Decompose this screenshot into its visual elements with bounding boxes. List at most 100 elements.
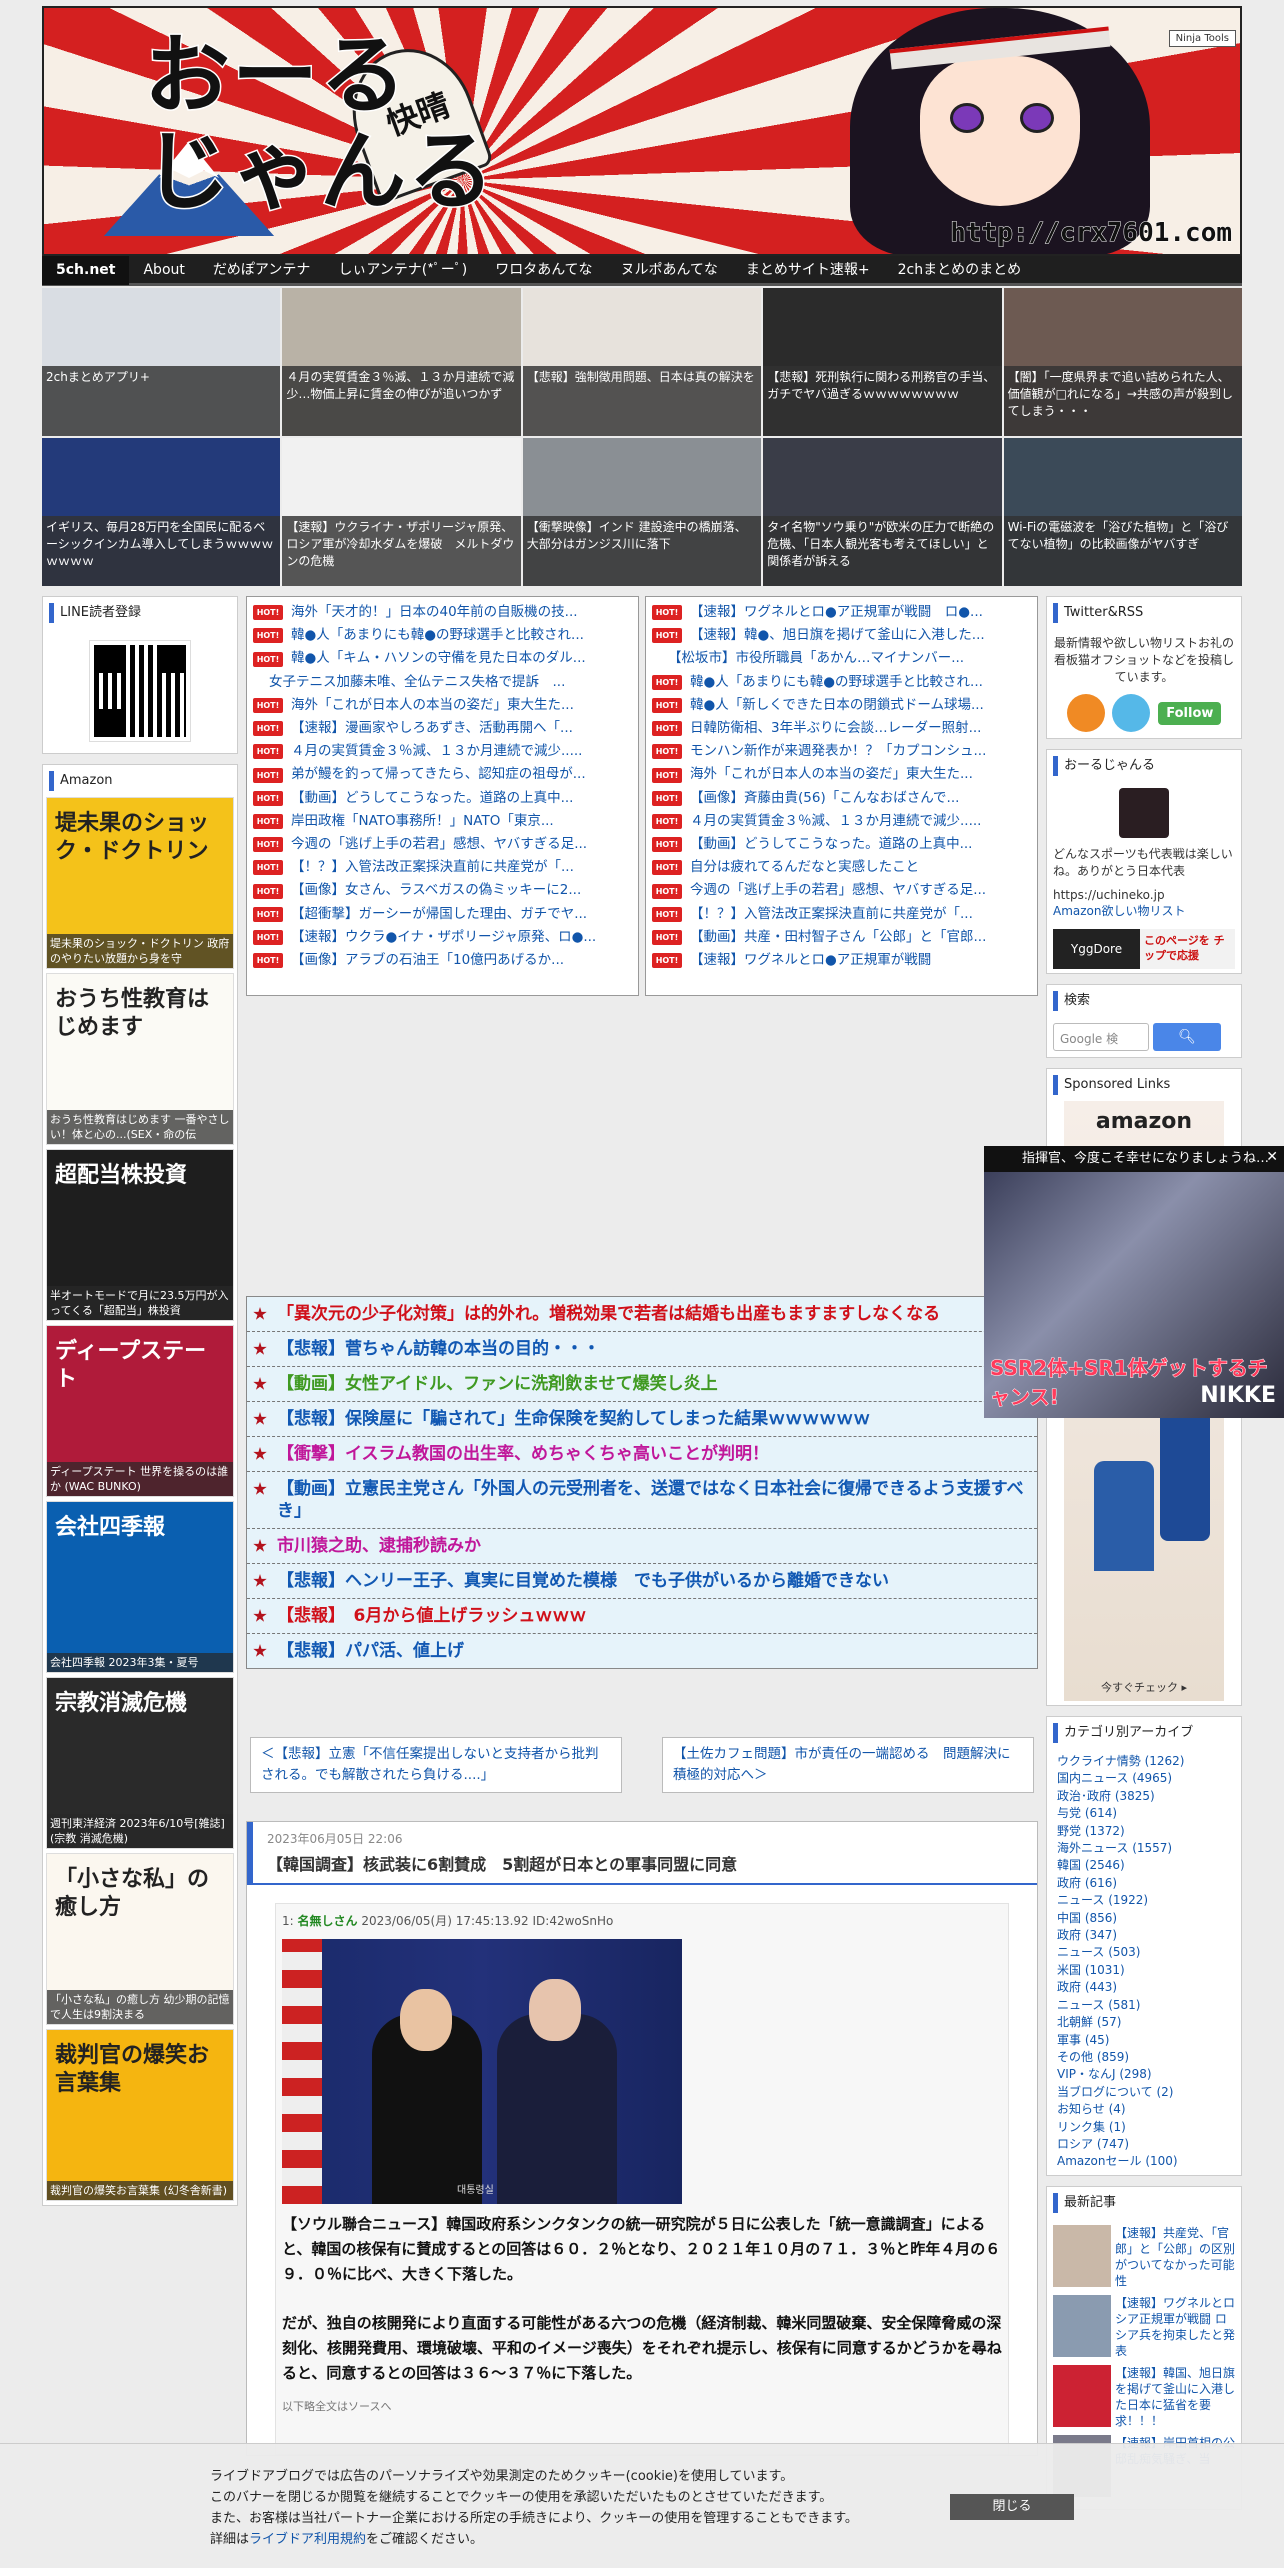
rss-item[interactable]: HOT! 韓●人「新しくできた日本の閉鎖式ドーム球場... — [652, 694, 1031, 717]
rss-item-title[interactable]: 韓●人「キム・ハソンの守備を見た日本のダル... — [291, 647, 586, 670]
category-link[interactable]: Amazonセール (100) — [1047, 2153, 1241, 2170]
headline-text[interactable]: 【悲報】ヘンリー王子、真実に目覚めた模様 でも子供がいるから離婚できない — [277, 1570, 889, 1592]
rss-item[interactable]: HOT! 今週の「逃げ上手の若君」感想、ヤバすぎる足... — [652, 879, 1031, 902]
thumbnail-card[interactable]: 【悲報】強制徴用問題、日本は真の解決を — [522, 288, 762, 436]
amazon-book[interactable]: 堤未果のショック・ドクトリン 堤未果のショック・ドクトリン 政府のやりたい放題から… — [46, 797, 234, 969]
nav-item[interactable]: まとめサイト速報+ — [732, 255, 884, 285]
rss-item[interactable]: HOT! 【速報】ウクラ●イナ・ザポリージャ原発、ロ●... — [253, 926, 632, 949]
rss-item-title[interactable]: 【動画】どうしてこうなった。道路の上真中... — [291, 787, 573, 810]
yggdore-banner[interactable]: YggDore このページを チップで応援 — [1053, 929, 1235, 969]
article-title[interactable]: 【韓国調査】核武装に6割賛成 5割超が日本との軍事同盟に同意 — [267, 1851, 1023, 1875]
amazon-book[interactable]: 超配当株投資 半オートモードで月に23.5万円が入ってくる「超配当」株投資 — [46, 1149, 234, 1321]
thumbnail-card[interactable]: ４月の実質賃金３％減、１３か月連続で減少…物価上昇に賃金の伸びが追いつかず — [282, 288, 521, 436]
headline-text[interactable]: 【動画】立憲民主党さん「外国人の元受刑者を、送還ではなく日本社会に復帰できるよう… — [277, 1478, 1031, 1522]
headline-item[interactable]: 市川猿之助、逮捕秒読みか — [247, 1529, 1037, 1564]
headline-text[interactable]: 【動画】女性アイドル、ファンに洗剤飲ませて爆笑し炎上 — [277, 1373, 718, 1395]
rss-item-title[interactable]: 海外「天才的！」日本の40年前の自販機の技... — [291, 601, 578, 624]
rss-item[interactable]: HOT! 弟が鰻を釣って帰ってきたら、認知症の祖母が... — [253, 763, 632, 786]
rss-item[interactable]: HOT! 【速報】ワグネルとロ●ア正規軍が戦闘 — [652, 949, 1031, 972]
site-header[interactable]: 快晴 おーる じゃんる Ninja Tools http://crx7601.co… — [42, 6, 1242, 256]
nav-item[interactable]: しぃアンテナ(*ﾟーﾟ) — [324, 255, 481, 285]
article-photo[interactable]: 대통령실 — [282, 1939, 682, 2204]
headline-text[interactable]: 【悲報】保険屋に「騙されて」生命保険を契約してしまった結果ｗｗｗｗｗｗ — [277, 1408, 870, 1430]
rss-item[interactable]: HOT! 【！？】入管法改正案採決直前に共産党が「... — [652, 903, 1031, 926]
rss-item-title[interactable]: 女子テニス加藤未唯、全仏テニス失格で提訴 ... — [253, 671, 565, 694]
headline-item[interactable]: 「異次元の少子化対策」は的外れ。増税効果で若者は結婚も出産もますますしなくなる — [247, 1297, 1037, 1332]
category-link[interactable]: VIP・なんJ (298) — [1047, 2066, 1241, 2083]
thumbnail-card[interactable]: 【闇】「一度県界まで追い詰められた人、価値観が□れになる」→共感の声が殺到してし… — [1003, 288, 1242, 436]
rss-item-title[interactable]: 【松坂市】市役所職員「あかん…マイナンバー... — [652, 647, 964, 670]
amazon-book[interactable]: 「小さな私」の癒し方 「小さな私」の癒し方 幼少期の記憶で人生は9割決まる — [46, 1853, 234, 2025]
ad-close-icon[interactable]: ✕ — [1266, 1149, 1278, 1165]
thumbnail-card[interactable]: Wi-Fiの電磁波を「浴びた植物」と「浴びてない植物」の比較画像がヤバすぎ — [1003, 438, 1242, 586]
category-link[interactable]: その他 (859) — [1047, 2049, 1241, 2066]
recent-article-title[interactable]: 【速報】共産党、「官郎」と「公郎」の区別がついてなかった可能性 — [1115, 2225, 1235, 2289]
rss-item[interactable]: HOT! 海外「これが日本人の本当の姿だ」東大生た... — [253, 694, 632, 717]
rss-item-title[interactable]: 【動画】共産・田村智子さん「公郎」と「官郎... — [690, 926, 986, 949]
rss-item[interactable]: 女子テニス加藤未唯、全仏テニス失格で提訴 ... — [253, 671, 632, 694]
rss-item-title[interactable]: 【超衝撃】ガーシーが帰国した理由、ガチでヤ... — [291, 903, 587, 926]
rss-item[interactable]: HOT! 韓●人「キム・ハソンの守備を見た日本のダル... — [253, 647, 632, 670]
rss-item-title[interactable]: ４月の実質賃金３％減、１３か月連続で減少..... — [690, 810, 981, 833]
recent-article[interactable]: 【速報】韓国、旭日旗を掲げて釜山に入港した日本に猛省を要求！！！ — [1053, 2364, 1235, 2429]
rss-item-title[interactable]: 岸田政権「NATO事務所！」NATO「東京... — [291, 810, 554, 833]
rss-item[interactable]: HOT! 岸田政権「NATO事務所！」NATO「東京... — [253, 810, 632, 833]
headline-text[interactable]: 市川猿之助、逮捕秒読みか — [277, 1535, 481, 1557]
rss-item[interactable]: HOT! 韓●人「あまりにも韓●の野球選手と比較され... — [253, 624, 632, 647]
rss-item-title[interactable]: 弟が鰻を釣って帰ってきたら、認知症の祖母が... — [291, 763, 586, 786]
amazon-book[interactable]: 会社四季報 会社四季報 2023年3集・夏号 — [46, 1501, 234, 1673]
rss-item-title[interactable]: 【！？】入管法改正案採決直前に共産党が「... — [291, 856, 574, 879]
category-link[interactable]: 米国 (1031) — [1047, 1962, 1241, 1979]
amazon-book[interactable]: 宗教消滅危機 週刊東洋経済 2023年6/10号[雑誌](宗教 消滅危機) — [46, 1677, 234, 1849]
rss-item[interactable]: HOT! 海外「天才的！」日本の40年前の自販機の技... — [253, 601, 632, 624]
nav-item[interactable]: About — [129, 255, 198, 285]
rss-item[interactable]: HOT! 韓●人「あまりにも韓●の野球選手と比較され... — [652, 671, 1031, 694]
rss-item[interactable]: HOT! 【超衝撃】ガーシーが帰国した理由、ガチでヤ... — [253, 903, 632, 926]
rss-item-title[interactable]: 韓●人「新しくできた日本の閉鎖式ドーム球場... — [690, 694, 984, 717]
category-link[interactable]: 中国 (856) — [1047, 1910, 1241, 1927]
rss-item[interactable]: HOT! 【動画】どうしてこうなった。道路の上真中... — [253, 787, 632, 810]
rss-item-title[interactable]: 海外「これが日本人の本当の姿だ」東大生た... — [690, 763, 973, 786]
rss-item[interactable]: HOT! 【画像】斉藤由貴(56)「こんなおばさんで... — [652, 787, 1031, 810]
rss-item-title[interactable]: 【速報】韓●、旭日旗を掲げて釜山に入港した... — [690, 624, 985, 647]
rss-item[interactable]: HOT! 【！？】入管法改正案採決直前に共産党が「... — [253, 856, 632, 879]
rss-item-title[interactable]: 【速報】漫画家やしろあずき、活動再開へ「... — [291, 717, 573, 740]
headline-text[interactable]: 【悲報】 6月から値上げラッシュｗｗｗ — [277, 1605, 586, 1627]
follow-button[interactable]: Follow — [1158, 701, 1222, 725]
rss-item-title[interactable]: 今週の「逃げ上手の若君」感想、ヤバすぎる足... — [291, 833, 587, 856]
category-link[interactable]: 北朝鮮 (57) — [1047, 2014, 1241, 2031]
rss-item-title[interactable]: 【速報】ワグネルとロ●ア正規軍が戦闘 ロ●... — [690, 601, 983, 624]
headline-item[interactable]: 【悲報】菅ちゃん訪韓の本当の目的・・・ — [247, 1332, 1037, 1367]
profile-url[interactable]: https://uchineko.jp — [1053, 888, 1235, 902]
amazon-book[interactable]: おうち性教育はじめます おうち性教育はじめます 一番やさしい！体と心の...(SE… — [46, 973, 234, 1145]
headline-text[interactable]: 【悲報】菅ちゃん訪韓の本当の目的・・・ — [277, 1338, 600, 1360]
headline-item[interactable]: 【動画】立憲民主党さん「外国人の元受刑者を、送還ではなく日本社会に復帰できるよう… — [247, 1472, 1037, 1529]
category-link[interactable]: リンク集 (1) — [1047, 2119, 1241, 2136]
category-link[interactable]: 韓国 (2546) — [1047, 1857, 1241, 1874]
rss-item[interactable]: HOT! 【速報】韓●、旭日旗を掲げて釜山に入港した... — [652, 624, 1031, 647]
category-link[interactable]: お知らせ (4) — [1047, 2101, 1241, 2118]
rss-item[interactable]: HOT! 【速報】漫画家やしろあずき、活動再開へ「... — [253, 717, 632, 740]
category-link[interactable]: ニュース (1922) — [1047, 1892, 1241, 1909]
rss-item[interactable]: HOT! ４月の実質賃金３％減、１３か月連続で減少..... — [253, 740, 632, 763]
site-logo[interactable]: おーる じゃんる — [143, 27, 496, 222]
prev-article-link[interactable]: ＜【悲報】立憲「不信任案提出しないと支持者から批判される。でも解散されたら負ける… — [250, 1737, 622, 1793]
recent-article-title[interactable]: 【速報】ワグネルとロシア正規軍が戦闘 ロシア兵を拘束したと発表 — [1115, 2295, 1235, 2359]
rss-item[interactable]: HOT! 【画像】女さん、ラスベガスの偽ミッキーに2... — [253, 879, 632, 902]
thumbnail-card[interactable]: 【衝撃映像】インド 建設途中の橋崩落、大部分はガンジス川に落下 — [522, 438, 762, 586]
category-link[interactable]: 政府 (347) — [1047, 1927, 1241, 1944]
rss-item[interactable]: HOT! 海外「これが日本人の本当の姿だ」東大生た... — [652, 763, 1031, 786]
rss-item-title[interactable]: 【動画】どうしてこうなった。道路の上真中... — [690, 833, 972, 856]
rss-item-title[interactable]: 日韓防衛相、3年半ぶりに会談…レーダー照射... — [690, 717, 981, 740]
thumbnail-card[interactable]: 【速報】ウクライナ・ザポリージャ原発、ロシア軍が冷却水ダムを爆破 メルトダウンの… — [282, 438, 521, 586]
rss-item-title[interactable]: 【画像】斉藤由貴(56)「こんなおばさんで... — [690, 787, 959, 810]
rss-item[interactable]: HOT! 自分は疲れてるんだなと実感したこと — [652, 856, 1031, 879]
nav-item[interactable]: ワロタあんてな — [481, 255, 606, 285]
headline-item[interactable]: 【動画】女性アイドル、ファンに洗剤飲ませて爆笑し炎上 — [247, 1367, 1037, 1402]
category-link[interactable]: ニュース (581) — [1047, 1997, 1241, 2014]
headline-item[interactable]: 【衝撃】イスラム教国の出生率、めちゃくちゃ高いことが判明！ — [247, 1437, 1037, 1472]
category-link[interactable]: 政府 (616) — [1047, 1875, 1241, 1892]
cookie-close-button[interactable]: 閉じる — [950, 2494, 1074, 2520]
category-link[interactable]: 政府 (443) — [1047, 1979, 1241, 1996]
headline-item[interactable]: 【悲報】パパ活、値上げ — [247, 1634, 1037, 1668]
